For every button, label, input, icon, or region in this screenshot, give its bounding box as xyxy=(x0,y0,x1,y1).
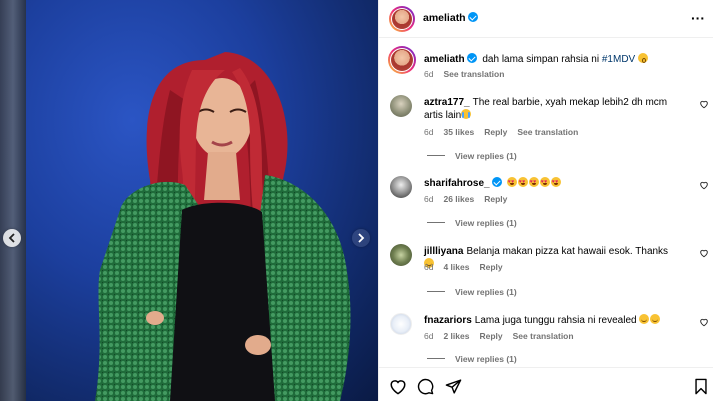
verified-badge-icon xyxy=(467,12,478,22)
heart-eyes-emoji-icon xyxy=(540,176,551,189)
caption-hashtag[interactable]: #1MDV xyxy=(602,54,635,65)
comment-likes[interactable]: 4 likes xyxy=(443,262,469,272)
crying-emoji-icon xyxy=(461,109,472,119)
commenter-avatar[interactable] xyxy=(390,313,412,335)
caption-body: ameliath dah lama simpan rahsia ni #1MDV xyxy=(424,53,679,66)
view-replies-button[interactable]: View replies (1) xyxy=(427,287,517,297)
like-comment-heart-icon[interactable] xyxy=(699,248,709,258)
commenter-avatar[interactable] xyxy=(390,95,412,117)
chevron-left-icon xyxy=(8,233,15,243)
caption-username[interactable]: ameliath xyxy=(424,53,477,65)
comment-reply-button[interactable]: Reply xyxy=(484,127,507,137)
smile-emoji-icon xyxy=(639,314,650,324)
kiss-emoji-icon xyxy=(638,53,649,63)
comment-time: 6d xyxy=(424,331,434,341)
view-replies-label: View replies (1) xyxy=(455,354,517,364)
commenter-username[interactable]: jillliyana xyxy=(424,246,463,257)
like-comment-heart-icon[interactable] xyxy=(699,99,709,109)
carousel-prev-button[interactable] xyxy=(3,229,21,247)
comment-text: Belanja makan pizza kat hawaii esok. Tha… xyxy=(466,246,669,257)
commenter-username[interactable]: aztra177_ xyxy=(424,97,470,108)
comment-meta: 6d 35 likes Reply See translation xyxy=(424,127,588,137)
comment-reply-button[interactable]: Reply xyxy=(479,262,502,272)
commenter-username-text: sharifahrose_ xyxy=(424,178,490,189)
chevron-right-icon xyxy=(358,233,365,243)
view-replies-label: View replies (1) xyxy=(455,218,517,228)
caption-avatar[interactable] xyxy=(388,46,416,74)
comment-body: aztra177_ The real barbie, xyah mekap leb… xyxy=(424,96,679,122)
comment-time: 6d xyxy=(424,127,434,137)
smile-emoji-icon xyxy=(650,314,661,324)
comment-likes[interactable]: 26 likes xyxy=(443,194,474,204)
caption-meta: 6d See translation xyxy=(424,69,514,79)
commenter-avatar[interactable] xyxy=(390,176,412,198)
post-photo xyxy=(95,52,351,401)
more-options-icon[interactable]: ··· xyxy=(691,10,705,26)
comment-reply-button[interactable]: Reply xyxy=(479,331,502,341)
comment-time: 6d xyxy=(424,194,434,204)
comment-reply-button[interactable]: Reply xyxy=(484,194,507,204)
heart-eyes-emoji-icon xyxy=(518,176,529,189)
comment: fnazariors Lama juga tunggu rahsia ni rev… xyxy=(379,313,713,367)
comment-text: Lama juga tunggu rahsia ni revealed xyxy=(474,315,640,326)
view-replies-button[interactable]: View replies (1) xyxy=(427,151,517,161)
carousel-next-button[interactable] xyxy=(352,229,370,247)
like-comment-heart-icon[interactable] xyxy=(699,317,709,327)
comment-likes[interactable]: 35 likes xyxy=(443,127,474,137)
author-username-text: ameliath xyxy=(423,12,466,24)
author-username[interactable]: ameliath xyxy=(423,12,478,24)
comment-see-translation[interactable]: See translation xyxy=(517,127,578,137)
commenter-username[interactable]: fnazariors xyxy=(424,315,472,326)
comment-likes[interactable]: 2 likes xyxy=(443,331,469,341)
comment: sharifahrose_ 6d 26 likes Reply View repli… xyxy=(379,176,713,234)
caption-see-translation[interactable]: See translation xyxy=(443,69,504,79)
heart-icon[interactable] xyxy=(389,378,407,395)
view-replies-label: View replies (1) xyxy=(455,151,517,161)
comment-icon[interactable] xyxy=(417,378,434,395)
comment-body: fnazariors Lama juga tunggu rahsia ni rev… xyxy=(424,314,679,327)
comment: jillliyana Belanja makan pizza kat hawaii… xyxy=(379,244,713,302)
comment-body: sharifahrose_ xyxy=(424,176,679,190)
commenter-avatar[interactable] xyxy=(390,244,412,266)
caption: ameliath dah lama simpan rahsia ni #1MDV… xyxy=(379,46,713,92)
comment-meta: 6d 2 likes Reply See translation xyxy=(424,331,584,341)
comment: aztra177_ The real barbie, xyah mekap leb… xyxy=(379,95,713,163)
like-comment-heart-icon[interactable] xyxy=(699,180,709,190)
heart-eyes-emoji-icon xyxy=(529,176,540,189)
comment-meta: 6d 26 likes Reply xyxy=(424,194,517,204)
heart-eyes-emoji-icon xyxy=(507,176,518,189)
comments-list[interactable]: ameliath dah lama simpan rahsia ni #1MDV… xyxy=(379,38,713,367)
share-icon[interactable] xyxy=(445,378,462,395)
commenter-username[interactable]: sharifahrose_ xyxy=(424,177,502,189)
caption-username-text: ameliath xyxy=(424,54,465,65)
heart-eyes-emoji-icon xyxy=(551,176,562,189)
verified-badge-icon xyxy=(466,53,477,63)
post-panel: ameliath ··· ameliath dah lama simpan ra… xyxy=(378,0,713,401)
comment-meta: 6d 4 likes Reply xyxy=(424,262,513,272)
comment-see-translation[interactable]: See translation xyxy=(513,331,574,341)
post-media[interactable] xyxy=(0,0,378,401)
post-header: ameliath ··· xyxy=(379,0,713,38)
caption-time: 6d xyxy=(424,69,434,79)
bookmark-icon[interactable] xyxy=(694,378,708,395)
verified-badge-icon xyxy=(491,177,502,187)
view-replies-label: View replies (1) xyxy=(455,287,517,297)
view-replies-button[interactable]: View replies (1) xyxy=(427,218,517,228)
comment-time: 6d xyxy=(424,262,434,272)
post-actions xyxy=(379,367,713,401)
author-avatar[interactable] xyxy=(389,6,415,32)
view-replies-button[interactable]: View replies (1) xyxy=(427,354,517,364)
caption-text: dah lama simpan rahsia ni xyxy=(482,54,602,65)
